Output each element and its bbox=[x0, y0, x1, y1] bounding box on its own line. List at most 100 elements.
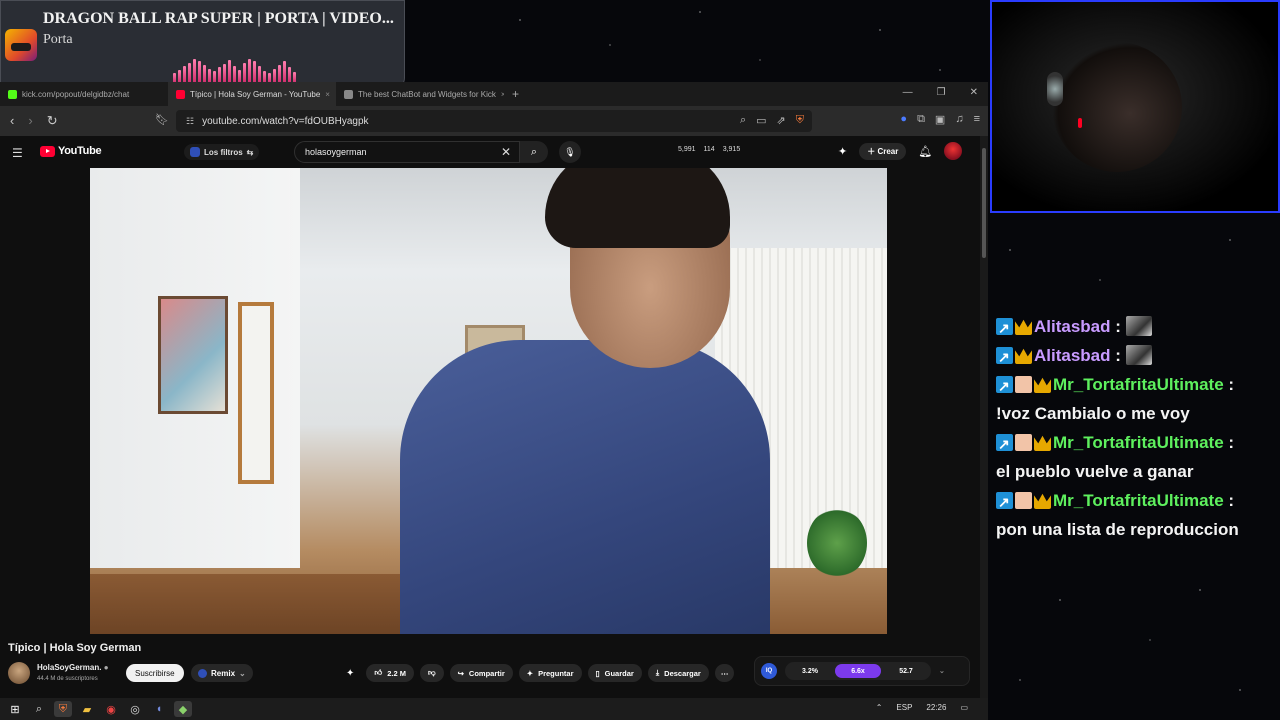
remix-button[interactable]: Remix ⌄ bbox=[191, 664, 253, 682]
zoom-icon[interactable]: ⌕ bbox=[740, 114, 746, 127]
save-button[interactable]: ▯ Guardar bbox=[587, 664, 642, 682]
url-field[interactable]: ☷ youtube.com/watch?v=fdOUBHyagpk ⌕ ▭ ⇗ … bbox=[176, 110, 812, 132]
filters-button[interactable]: Los filtros ⇆ bbox=[184, 144, 260, 160]
youtube-play-icon bbox=[40, 145, 55, 157]
dislike-button[interactable]: 👎︎ bbox=[420, 664, 444, 682]
new-tab-button[interactable]: + bbox=[504, 87, 527, 101]
reload-icon[interactable]: ↻ bbox=[47, 113, 58, 129]
restore-icon[interactable]: ❐ bbox=[937, 87, 946, 98]
chrome-icon[interactable]: ◉ bbox=[102, 701, 120, 717]
ask-button[interactable]: ✦ Preguntar bbox=[518, 664, 582, 682]
voice-search-button[interactable]: 🎙︎ bbox=[559, 141, 581, 163]
tab-label: The best ChatBot and Widgets for Kick bbox=[358, 89, 496, 99]
address-bar-row: ‹ › ↻ 🔖︎ ☷ youtube.com/watch?v=fdOUBHyag… bbox=[0, 106, 988, 136]
hamburger-menu-icon[interactable]: ☰ bbox=[12, 146, 23, 160]
wave-badge-icon bbox=[1015, 434, 1032, 451]
chat-username[interactable]: Mr_TortafritaUltimate bbox=[1053, 491, 1224, 510]
crown-badge-icon bbox=[1015, 348, 1032, 364]
app-icon[interactable]: ◆ bbox=[174, 701, 192, 717]
metrics-group: 3.2% 6.6x 52.7 bbox=[785, 662, 931, 680]
headphones-shape bbox=[1047, 72, 1063, 106]
search-icon: ⌕ bbox=[530, 145, 538, 158]
sidebar-icon[interactable]: ▣ bbox=[935, 113, 945, 126]
share-button[interactable]: ↪ Compartir bbox=[449, 664, 513, 682]
share-icon[interactable]: ⇗ bbox=[777, 114, 786, 127]
metric-right[interactable]: 52.7 bbox=[883, 664, 929, 678]
video-scene-plant bbox=[807, 508, 867, 578]
tab-kick-chat[interactable]: kick.com/popout/delgidbz/chat bbox=[0, 82, 168, 106]
subscribe-button[interactable]: Suscribirse bbox=[126, 664, 184, 682]
now-playing-widget: DRAGON BALL RAP SUPER | PORTA | VIDEO...… bbox=[0, 0, 405, 88]
more-actions-button[interactable]: ⋯ bbox=[714, 664, 735, 682]
metric-left[interactable]: 3.2% bbox=[787, 664, 833, 678]
now-playing-artist: Porta bbox=[43, 32, 73, 47]
chevron-down-icon[interactable]: ⌄ bbox=[939, 667, 945, 675]
clock[interactable]: 22:26 bbox=[926, 703, 946, 712]
brave-browser-icon[interactable]: ⛨ bbox=[54, 701, 72, 717]
chat-username[interactable]: Alitasbad bbox=[1034, 317, 1111, 336]
search-icon[interactable]: ⌕ bbox=[30, 701, 48, 717]
extension-puzzle-icon[interactable]: ✦ bbox=[838, 145, 847, 158]
eq-bar bbox=[208, 69, 211, 83]
eq-bar bbox=[233, 66, 236, 83]
eq-bar bbox=[273, 69, 276, 83]
tab-label: Típico | Hola Soy German - YouTube bbox=[190, 89, 321, 99]
system-tray: ⌃ ESP 22:26 ▭ bbox=[876, 703, 968, 712]
cast-icon[interactable]: ▭ bbox=[756, 114, 766, 127]
like-button[interactable]: 👍︎ 2.2 M bbox=[366, 664, 414, 682]
filters-label: Los filtros bbox=[204, 147, 243, 157]
discord-icon[interactable]: ◖ bbox=[150, 701, 168, 717]
close-tab-icon[interactable]: × bbox=[325, 90, 330, 99]
youtube-logo[interactable]: YouTube bbox=[40, 145, 102, 157]
windows-start-icon[interactable]: ⊞ bbox=[6, 701, 24, 717]
metric-mid[interactable]: 6.6x bbox=[835, 664, 881, 678]
obs-icon[interactable]: ◎ bbox=[126, 701, 144, 717]
booster-badge-icon bbox=[996, 430, 1013, 459]
extensions-icon[interactable]: ⧉ bbox=[917, 113, 925, 126]
video-actions: ✦ 👍︎ 2.2 M 👎︎ ↪ Compartir ✦ Preguntar ▯ Guar… bbox=[346, 664, 735, 682]
eq-bar bbox=[253, 61, 256, 83]
chat-username[interactable]: Mr_TortafritaUltimate bbox=[1053, 375, 1224, 394]
search-button[interactable]: ⌕ bbox=[520, 141, 548, 163]
page-scrollbar[interactable] bbox=[980, 136, 988, 698]
menu-icon[interactable]: ≡ bbox=[974, 113, 980, 126]
clear-search-icon[interactable]: ✕ bbox=[501, 145, 511, 159]
ask-label: Preguntar bbox=[538, 668, 574, 678]
language-indicator[interactable]: ESP bbox=[896, 703, 912, 712]
search-input[interactable]: holasoygerman ✕ bbox=[294, 141, 520, 163]
forward-icon[interactable]: › bbox=[28, 113, 32, 129]
vpn-icon[interactable]: ● bbox=[900, 113, 907, 126]
create-button[interactable]: ＋ Crear bbox=[859, 142, 907, 160]
crown-badge-icon bbox=[1034, 377, 1051, 393]
mic-light bbox=[1078, 118, 1082, 128]
chat-username[interactable]: Mr_TortafritaUltimate bbox=[1053, 433, 1224, 452]
account-avatar[interactable] bbox=[944, 142, 963, 160]
chat-username[interactable]: Alitasbad bbox=[1034, 346, 1111, 365]
youtube-icon bbox=[176, 89, 185, 99]
notifications-icon[interactable]: ▭ bbox=[960, 703, 968, 712]
bookmark-icon[interactable]: 🔖︎ bbox=[155, 113, 169, 126]
extension-metrics-bar: IQ 3.2% 6.6x 52.7 ⌄ bbox=[754, 656, 970, 686]
notifications-bell-icon[interactable]: 🔔︎ bbox=[918, 145, 932, 158]
video-player[interactable] bbox=[90, 168, 887, 634]
chevron-up-icon[interactable]: ⌃ bbox=[876, 703, 883, 712]
brave-shield-icon[interactable]: ⛨ bbox=[796, 114, 804, 127]
close-window-icon[interactable]: ✕ bbox=[970, 87, 978, 98]
share-arrow-icon: ↪ bbox=[457, 668, 464, 678]
eq-bar bbox=[188, 63, 191, 83]
minimize-icon[interactable]: — bbox=[903, 87, 913, 98]
tab-chatbot[interactable]: The best ChatBot and Widgets for Kick × bbox=[336, 82, 504, 106]
back-icon[interactable]: ‹ bbox=[10, 113, 14, 129]
channel-name[interactable]: HolaSoyGerman. ● bbox=[37, 663, 109, 672]
tab-youtube[interactable]: Típico | Hola Soy German - YouTube × bbox=[168, 82, 336, 106]
chat-separator: : bbox=[1110, 317, 1126, 336]
extension-action-icon[interactable]: ✦ bbox=[346, 668, 354, 679]
media-icon[interactable]: ♫ bbox=[955, 113, 963, 126]
wave-badge-icon bbox=[1015, 376, 1032, 393]
channel-avatar[interactable] bbox=[8, 662, 30, 684]
iq-badge[interactable]: IQ bbox=[761, 663, 777, 679]
site-info-icon[interactable]: ☷ bbox=[186, 116, 194, 127]
download-button[interactable]: ⤓ Descargar bbox=[647, 664, 709, 682]
chat-message: Mr_TortafritaUltimate : el pueblo vuelve… bbox=[996, 428, 1276, 486]
file-explorer-icon[interactable]: ▰ bbox=[78, 701, 96, 717]
